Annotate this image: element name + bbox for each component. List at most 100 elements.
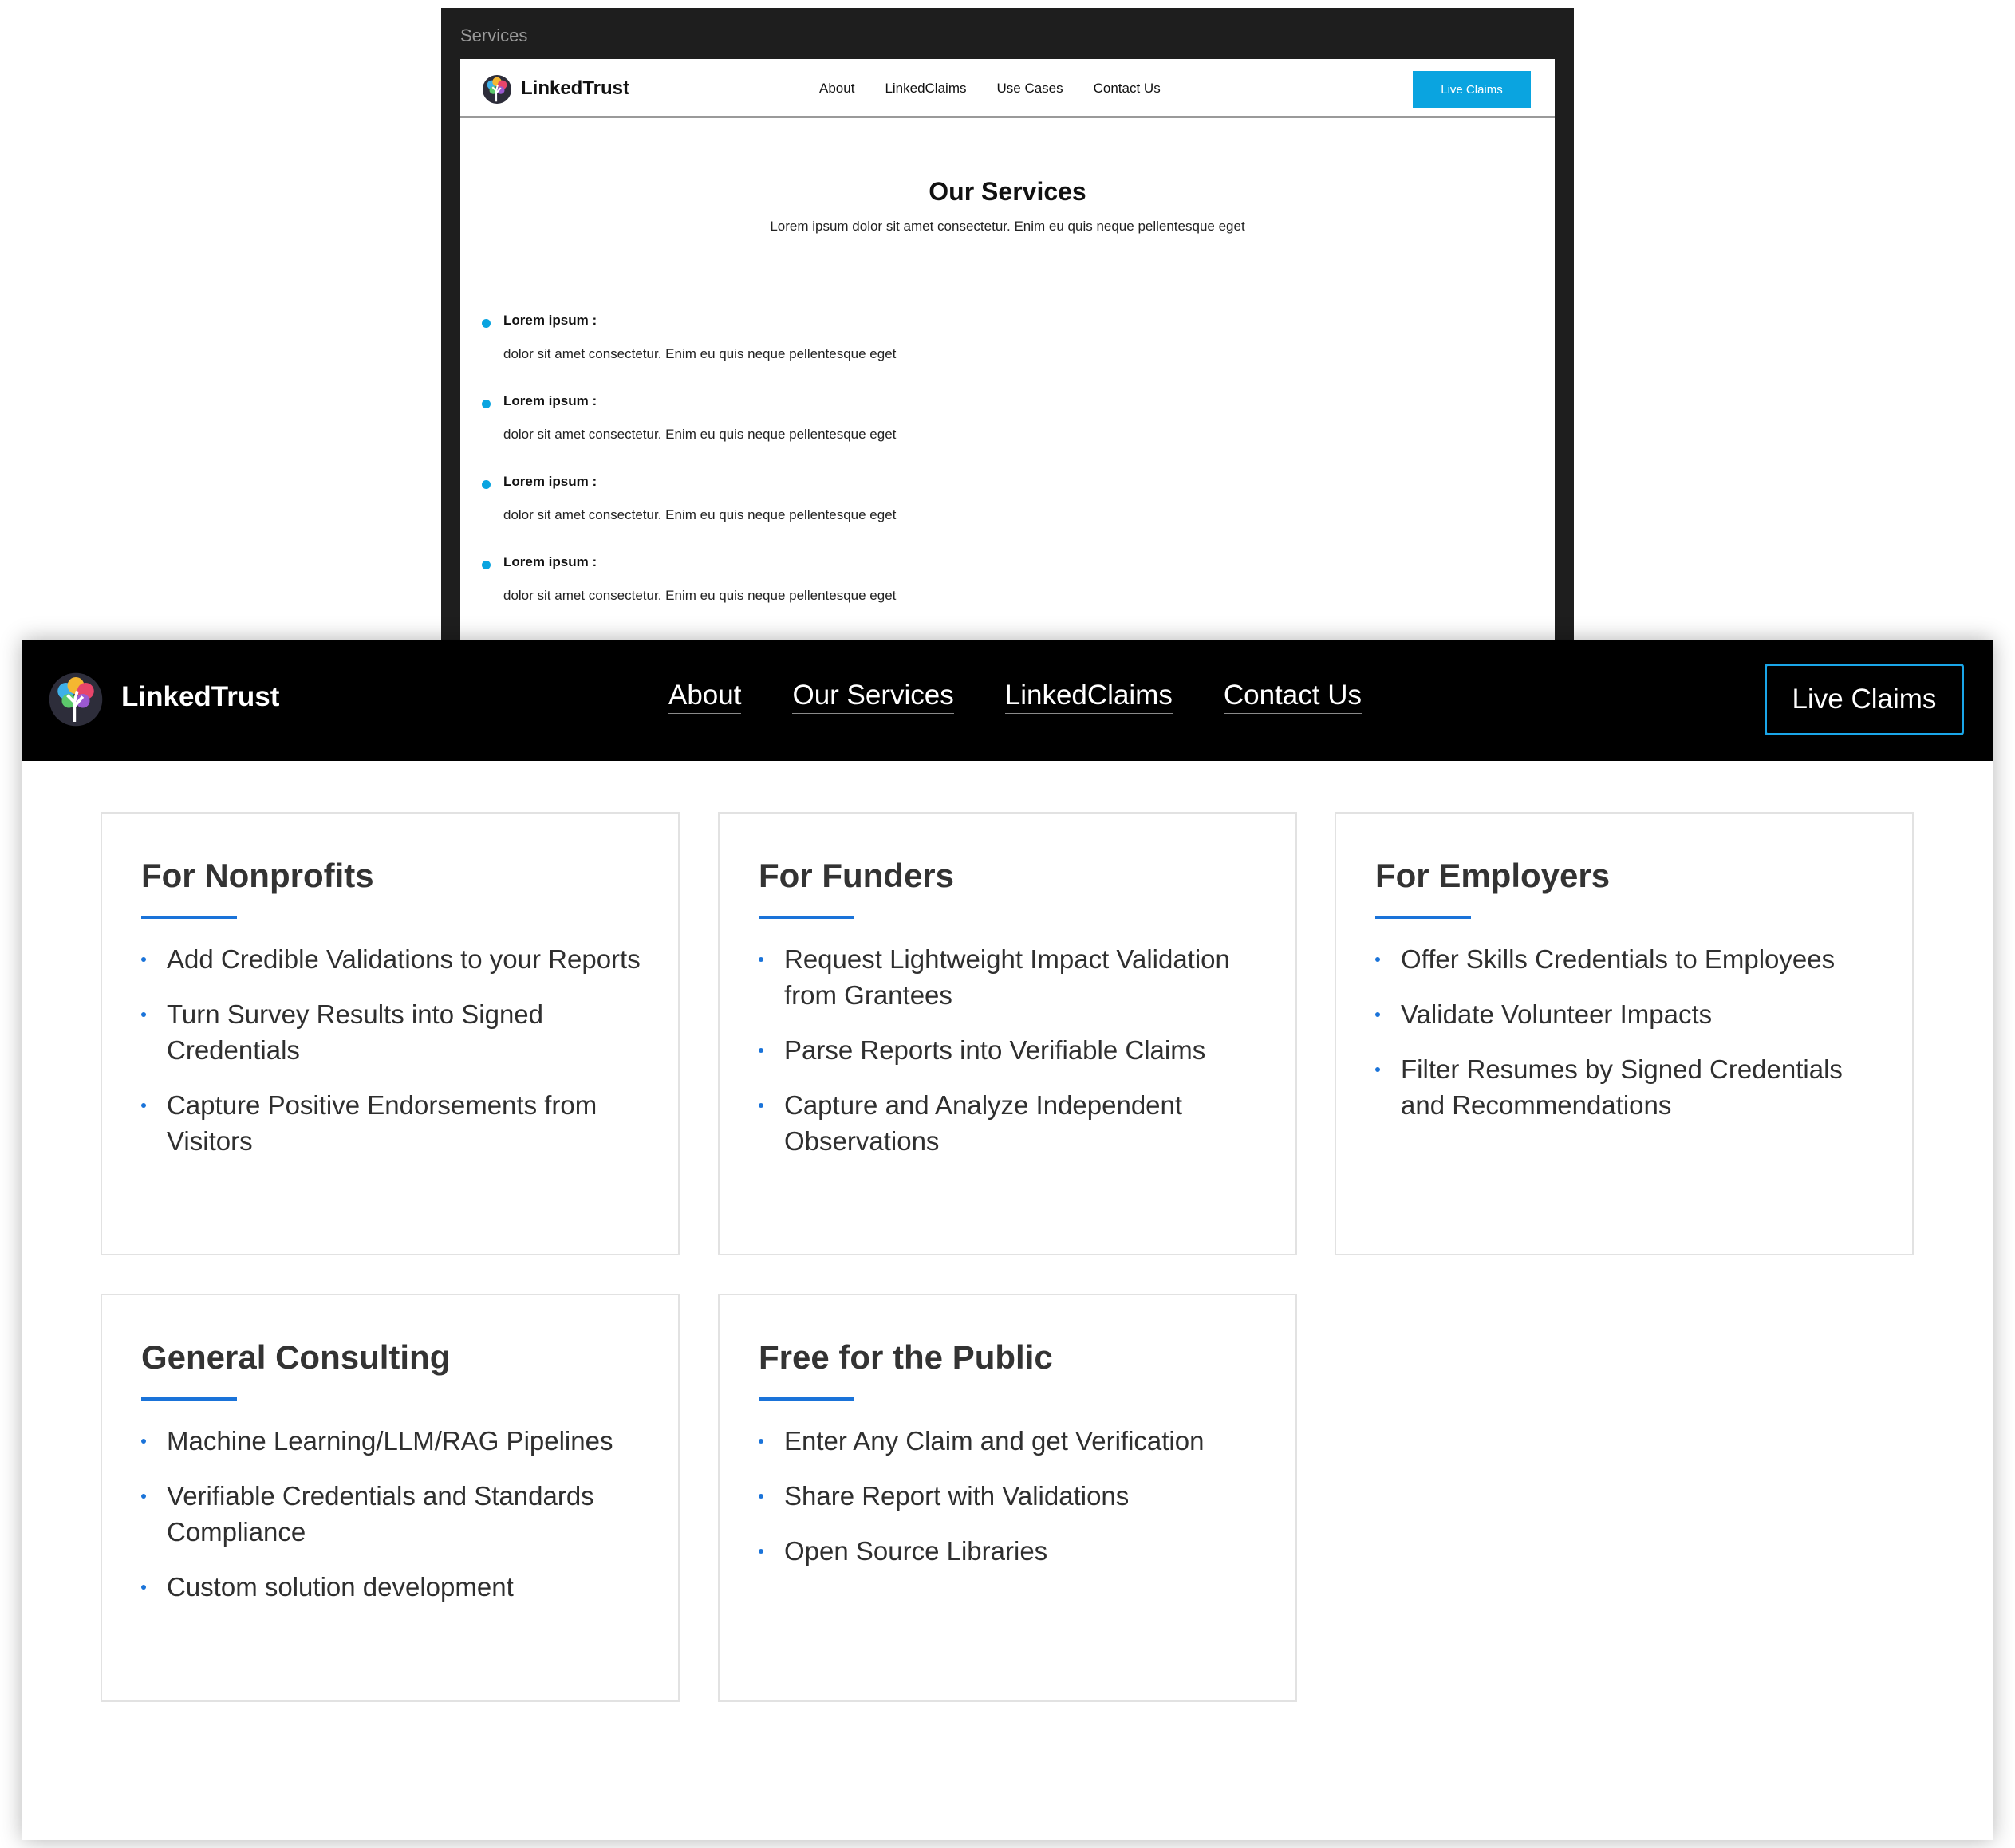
- nav-contact-us[interactable]: Contact Us: [1223, 680, 1362, 714]
- list-item: Offer Skills Credentials to Employees: [1375, 941, 1888, 977]
- title-underline: [759, 1397, 854, 1401]
- bullet-dot-icon: [141, 1103, 146, 1108]
- preview-nav-links: About LinkedClaims Use Cases Contact Us: [819, 81, 1161, 97]
- bullet-dot-icon: [759, 1494, 763, 1499]
- list-item: Turn Survey Results into Signed Credenti…: [141, 996, 654, 1068]
- bullet-dot-icon: [1375, 1067, 1380, 1072]
- preview-item-title: Lorem ipsum :: [503, 313, 597, 328]
- preview-live-claims-button[interactable]: Live Claims: [1413, 71, 1531, 108]
- list-item-text: Validate Volunteer Impacts: [1401, 999, 1713, 1029]
- list-item-text: Capture Positive Endorsements from Visit…: [167, 1090, 597, 1156]
- title-underline: [1375, 916, 1471, 919]
- bullet-dot-icon: [1375, 1012, 1380, 1017]
- preview-nav-about[interactable]: About: [819, 81, 854, 97]
- list-item: Capture and Analyze Independent Observat…: [759, 1087, 1272, 1159]
- preview-item-title: Lorem ipsum :: [503, 474, 597, 489]
- list-item: Validate Volunteer Impacts: [1375, 996, 1888, 1032]
- preview-heading: Our Services: [929, 177, 1086, 206]
- bullet-dot-icon: [759, 1549, 763, 1554]
- preview-item-text: dolor sit amet consectetur. Enim eu quis…: [503, 427, 897, 442]
- card-title: For Employers: [1375, 857, 1611, 894]
- bullet-dot-icon: [141, 1012, 146, 1017]
- live-claims-button[interactable]: Live Claims: [1765, 664, 1964, 735]
- preview-nav: LinkedTrust About LinkedClaims Use Cases…: [460, 59, 1555, 118]
- card-nonprofits: For Nonprofits Add Credible Validations …: [101, 812, 680, 1255]
- design-preview-frame: Services LinkedTrust About LinkedClaims …: [441, 8, 1574, 646]
- list-item-text: Request Lightweight Impact Validation fr…: [784, 944, 1230, 1010]
- list-item-text: Share Report with Validations: [784, 1481, 1130, 1511]
- preview-page: LinkedTrust About LinkedClaims Use Cases…: [460, 59, 1555, 646]
- list-item-text: Add Credible Validations to your Reports: [167, 944, 641, 974]
- preview-subheading: Lorem ipsum dolor sit amet consectetur. …: [770, 219, 1245, 234]
- preview-label: Services: [460, 26, 528, 45]
- tree-logo-icon: [482, 74, 512, 104]
- bullet-dot-icon: [141, 957, 146, 962]
- list-item-text: Offer Skills Credentials to Employees: [1401, 944, 1836, 974]
- preview-item-text: dolor sit amet consectetur. Enim eu quis…: [503, 346, 897, 361]
- preview-nav-use-cases[interactable]: Use Cases: [996, 81, 1063, 97]
- bullet-dot-icon: [759, 957, 763, 962]
- tree-logo-icon[interactable]: [48, 672, 104, 727]
- list-item: Capture Positive Endorsements from Visit…: [141, 1087, 654, 1159]
- bullet-dot-icon: [482, 400, 491, 408]
- list-item: Request Lightweight Impact Validation fr…: [759, 941, 1272, 1013]
- bullet-dot-icon: [759, 1048, 763, 1053]
- list-item: Parse Reports into Verifiable Claims: [759, 1032, 1272, 1068]
- bullet-dot-icon: [759, 1103, 763, 1108]
- title-underline: [141, 1397, 237, 1401]
- bullet-dot-icon: [759, 1439, 763, 1444]
- top-nav: LinkedTrust About Our Services LinkedCla…: [22, 640, 1993, 761]
- list-item: Enter Any Claim and get Verification: [759, 1423, 1272, 1459]
- card-free-for-public: Free for the Public Enter Any Claim and …: [718, 1294, 1297, 1702]
- card-list: Request Lightweight Impact Validation fr…: [759, 941, 1272, 1178]
- preview-nav-linkedclaims[interactable]: LinkedClaims: [885, 81, 966, 97]
- card-general-consulting: General Consulting Machine Learning/LLM/…: [101, 1294, 680, 1702]
- list-item-text: Verifiable Credentials and Standards Com…: [167, 1481, 594, 1547]
- bullet-dot-icon: [141, 1494, 146, 1499]
- title-underline: [141, 916, 237, 919]
- preview-item-text: dolor sit amet consectetur. Enim eu quis…: [503, 507, 897, 522]
- bullet-dot-icon: [141, 1585, 146, 1590]
- preview-item-text: dolor sit amet consectetur. Enim eu quis…: [503, 588, 897, 603]
- card-list: Enter Any Claim and get Verification Sha…: [759, 1423, 1272, 1588]
- list-item-text: Custom solution development: [167, 1572, 514, 1602]
- list-item-text: Parse Reports into Verifiable Claims: [784, 1035, 1206, 1065]
- list-item: Open Source Libraries: [759, 1533, 1272, 1569]
- list-item: Filter Resumes by Signed Credentials and…: [1375, 1051, 1888, 1123]
- bullet-dot-icon: [1375, 957, 1380, 962]
- list-item-text: Capture and Analyze Independent Observat…: [784, 1090, 1183, 1156]
- list-item-text: Enter Any Claim and get Verification: [784, 1426, 1205, 1456]
- list-item-text: Machine Learning/LLM/RAG Pipelines: [167, 1426, 613, 1456]
- bullet-dot-icon: [482, 561, 491, 569]
- list-item: Verifiable Credentials and Standards Com…: [141, 1478, 654, 1550]
- list-item-text: Turn Survey Results into Signed Credenti…: [167, 999, 544, 1065]
- list-item: Machine Learning/LLM/RAG Pipelines: [141, 1423, 654, 1459]
- card-list: Machine Learning/LLM/RAG Pipelines Verif…: [141, 1423, 654, 1624]
- list-item-text: Open Source Libraries: [784, 1536, 1048, 1566]
- card-title: For Nonprofits: [141, 857, 374, 894]
- bullet-dot-icon: [141, 1439, 146, 1444]
- card-list: Offer Skills Credentials to Employees Va…: [1375, 941, 1888, 1142]
- nav-links: About Our Services LinkedClaims Contact …: [668, 680, 1362, 714]
- bullet-dot-icon: [482, 319, 491, 328]
- brand-name[interactable]: LinkedTrust: [121, 681, 279, 713]
- card-list: Add Credible Validations to your Reports…: [141, 941, 654, 1178]
- nav-our-services[interactable]: Our Services: [792, 680, 954, 714]
- nav-linkedclaims[interactable]: LinkedClaims: [1004, 680, 1173, 714]
- preview-item-title: Lorem ipsum :: [503, 554, 597, 569]
- list-item-text: Filter Resumes by Signed Credentials and…: [1401, 1054, 1843, 1120]
- list-item: Share Report with Validations: [759, 1478, 1272, 1514]
- list-item: Custom solution development: [141, 1569, 654, 1605]
- preview-brand: LinkedTrust: [521, 77, 630, 99]
- card-title: For Funders: [759, 857, 955, 894]
- nav-about[interactable]: About: [668, 680, 742, 714]
- card-title: General Consulting: [141, 1338, 451, 1376]
- preview-item-title: Lorem ipsum :: [503, 393, 597, 408]
- preview-nav-contact[interactable]: Contact Us: [1094, 81, 1161, 97]
- card-title: Free for the Public: [759, 1338, 1053, 1376]
- list-item: Add Credible Validations to your Reports: [141, 941, 654, 977]
- services-page: LinkedTrust About Our Services LinkedCla…: [22, 640, 1993, 1840]
- card-funders: For Funders Request Lightweight Impact V…: [718, 812, 1297, 1255]
- card-employers: For Employers Offer Skills Credentials t…: [1335, 812, 1914, 1255]
- bullet-dot-icon: [482, 480, 491, 489]
